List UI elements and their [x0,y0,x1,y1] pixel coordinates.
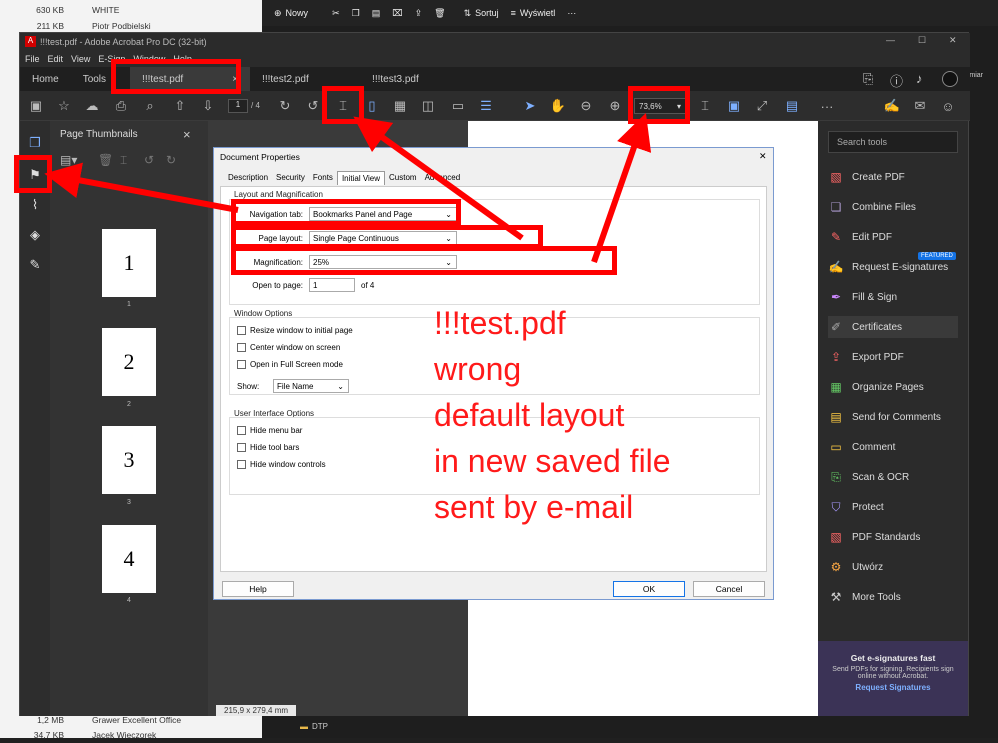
page-size-status: 215,9 x 279,4 mm [216,705,297,716]
arrow-to-bookmark [44,162,239,213]
annotation-note: !!!test.pdf wrong default layout in new … [434,305,671,525]
arrow-to-zoom [591,113,652,263]
arrow-to-fit-page [353,116,524,241]
